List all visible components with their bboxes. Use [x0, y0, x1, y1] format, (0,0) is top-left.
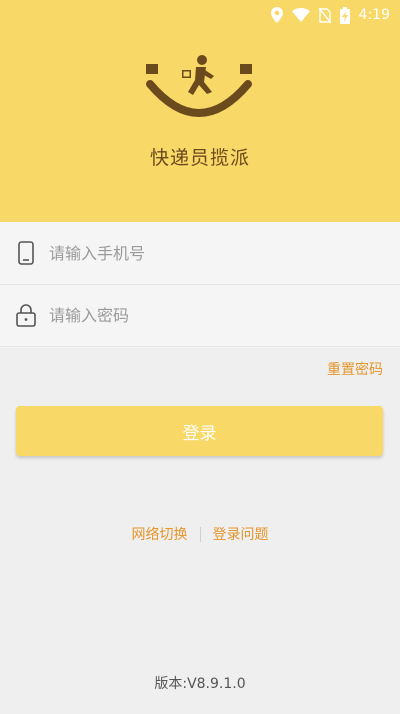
password-row — [0, 284, 400, 347]
version-label: 版本:V8.9.1.0 — [154, 676, 246, 692]
app-title: 快递员揽派 — [149, 147, 250, 169]
wifi-icon — [291, 8, 310, 22]
phone-icon — [15, 240, 37, 266]
login-issues-link[interactable]: 登录问题 — [213, 524, 269, 544]
status-bar: 4:19 — [270, 4, 390, 26]
reset-password-link[interactable]: 重置密码 — [327, 359, 383, 379]
password-input[interactable] — [49, 305, 349, 325]
lock-icon — [15, 302, 37, 328]
network-switch-link[interactable]: 网络切换 — [132, 524, 188, 544]
login-button[interactable]: 登录 — [16, 406, 383, 456]
battery-charging-icon — [339, 6, 350, 24]
header-banner: 4:19 快递员揽派 — [0, 0, 400, 222]
no-sim-icon — [318, 7, 331, 23]
phone-row — [0, 222, 400, 285]
phone-input[interactable] — [49, 243, 349, 263]
courier-smile-logo — [146, 55, 252, 117]
login-form — [0, 222, 400, 348]
status-time: 4:19 — [358, 7, 390, 23]
links-divider — [199, 526, 201, 542]
help-links: 网络切换 登录问题 — [0, 524, 400, 544]
location-icon — [270, 7, 283, 23]
